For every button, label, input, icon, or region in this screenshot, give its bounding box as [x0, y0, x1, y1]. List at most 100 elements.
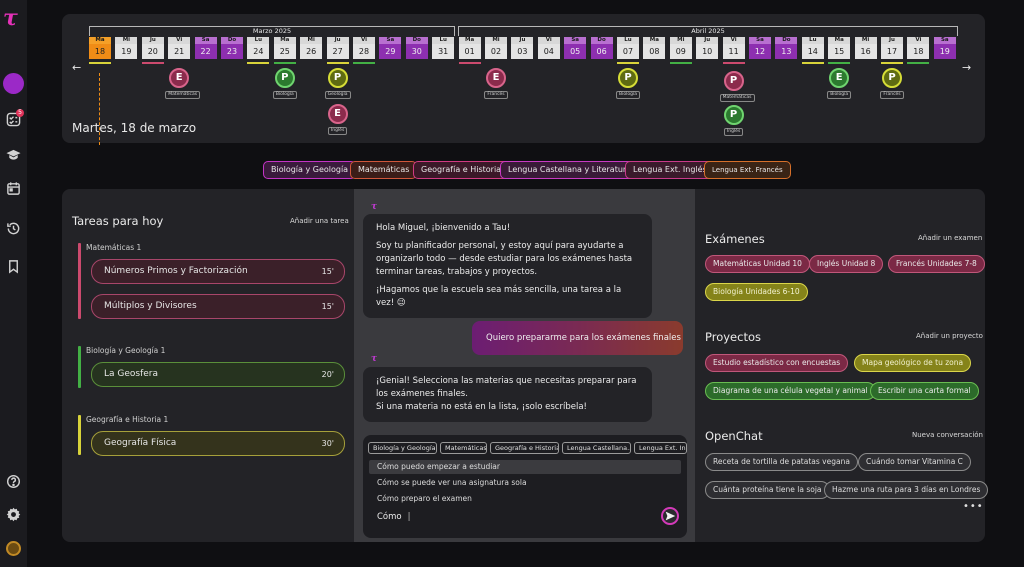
- add-exam-link[interactable]: Añadir un examen: [918, 234, 982, 242]
- user-account-avatar[interactable]: [6, 541, 21, 556]
- conversation-pill[interactable]: Cuándo tomar Vitamina C: [858, 453, 971, 471]
- bookmark-icon[interactable]: [6, 259, 21, 274]
- chat-subject-chip[interactable]: Biología y Geología: [368, 442, 437, 454]
- project-event-marker[interactable]: P Biología: [271, 68, 299, 99]
- chat-subject-chip[interactable]: Lengua Ext. Ingl...: [634, 442, 687, 454]
- project-event-marker[interactable]: P Inglés: [720, 105, 748, 136]
- exam-pill[interactable]: Inglés Unidad 8: [809, 255, 884, 273]
- conversation-pill[interactable]: Cuánta proteína tiene la soja: [705, 481, 830, 499]
- add-project-link[interactable]: Añadir un proyecto: [916, 332, 983, 340]
- calendar-day[interactable]: Ma 01: [458, 37, 481, 59]
- project-pill[interactable]: Escribir una carta formal: [870, 382, 979, 400]
- subject-chip-matematicas[interactable]: Matemáticas: [350, 161, 418, 179]
- profile-avatar[interactable]: [3, 73, 24, 94]
- calendar-day[interactable]: Mi 02: [485, 37, 507, 59]
- chat-panel: τ Hola Miguel, ¡bienvenido a Tau! Soy tu…: [354, 189, 695, 542]
- calendar-day[interactable]: Lu 24: [247, 37, 270, 59]
- project-pill[interactable]: Diagrama de una célula vegetal y animal: [705, 382, 876, 400]
- task-item[interactable]: Múltiplos y Divisores 15': [91, 294, 345, 319]
- calendar-day[interactable]: Sa 22: [194, 37, 217, 59]
- chat-subject-chip[interactable]: Geografía e Historia: [490, 442, 559, 454]
- calendar-day[interactable]: Vi 11: [722, 37, 745, 59]
- calendar-day[interactable]: Do 30: [405, 37, 428, 59]
- calendar-day[interactable]: Do 06: [590, 37, 613, 59]
- calendar-day[interactable]: Ma 25: [273, 37, 296, 59]
- calendar-icon[interactable]: [6, 181, 21, 196]
- calendar-day[interactable]: Mi 09: [669, 37, 692, 59]
- conversation-pill[interactable]: Hazme una ruta para 3 días en Londres: [824, 481, 989, 499]
- graduation-cap-icon[interactable]: [6, 147, 21, 162]
- calendar-day[interactable]: Sa 12: [749, 37, 771, 59]
- calendar-day[interactable]: Ma 15: [828, 37, 851, 59]
- project-event-marker[interactable]: P Matemáticas: [719, 71, 755, 102]
- prev-arrow-icon[interactable]: ←: [72, 61, 81, 74]
- task-item[interactable]: Números Primos y Factorización 15': [91, 259, 345, 284]
- subject-chip-ingles[interactable]: Lengua Ext. Inglés: [625, 161, 715, 179]
- subject-chip-biologia[interactable]: Biología y Geología: [263, 161, 357, 179]
- calendar-day[interactable]: Do 23: [221, 37, 243, 59]
- calendar-day[interactable]: Vi 04: [537, 37, 560, 59]
- calendar-day[interactable]: Lu 07: [617, 37, 639, 59]
- day-number: 17: [881, 44, 903, 59]
- calendar-day[interactable]: Lu 14: [801, 37, 824, 59]
- conversation-pill[interactable]: Receta de tortilla de patatas vegana: [705, 453, 858, 471]
- event-badge: P: [882, 68, 902, 88]
- help-icon[interactable]: [6, 474, 21, 489]
- calendar-day[interactable]: Do 13: [775, 37, 798, 59]
- calendar-day[interactable]: Vi 18: [907, 37, 930, 59]
- exam-event-marker[interactable]: E Francés: [482, 68, 510, 99]
- add-task-link[interactable]: Añadir una tarea: [290, 217, 349, 225]
- calendar-day[interactable]: Mi 26: [300, 37, 323, 59]
- tau-logo[interactable]: τ: [3, 6, 18, 30]
- calendar-day[interactable]: Mi 16: [854, 37, 877, 59]
- calendar-day[interactable]: Lu 31: [432, 37, 455, 59]
- task-group-title: Matemáticas 1: [86, 243, 142, 252]
- calendar-day[interactable]: Ju 17: [881, 37, 903, 59]
- chat-subject-chip[interactable]: Matemáticas: [440, 442, 487, 454]
- chat-suggestion[interactable]: Cómo preparo el examen: [369, 492, 681, 506]
- calendar-day[interactable]: Vi 21: [168, 37, 191, 59]
- day-name: Vi: [168, 37, 191, 44]
- project-event-marker[interactable]: P Francés: [878, 68, 906, 99]
- project-event-marker[interactable]: P Biología: [614, 68, 642, 99]
- calendar-day[interactable]: Ju 03: [511, 37, 534, 59]
- settings-icon[interactable]: [6, 507, 21, 522]
- task-item[interactable]: Geografía Física 30': [91, 431, 345, 456]
- project-event-marker[interactable]: P Geología: [324, 68, 352, 99]
- calendar-day[interactable]: Ju 20: [141, 37, 164, 59]
- exam-pill[interactable]: Biología Unidades 6-10: [705, 283, 808, 301]
- history-icon[interactable]: [6, 221, 21, 236]
- exam-event-marker[interactable]: E Matemáticas: [165, 68, 201, 99]
- next-arrow-icon[interactable]: →: [962, 61, 971, 74]
- chat-suggestion[interactable]: Cómo puedo empezar a estudiar: [369, 460, 681, 474]
- task-indicator-bar: [881, 62, 903, 64]
- project-pill[interactable]: Mapa geológico de tu zona: [854, 354, 972, 372]
- exam-event-marker[interactable]: E Inglés: [324, 104, 352, 135]
- task-name: Geografía Física: [104, 438, 177, 448]
- chat-suggestion[interactable]: Cómo se puede ver una asignatura sola: [369, 476, 681, 490]
- subject-chip-geografia[interactable]: Geografía e Historia: [413, 161, 510, 179]
- calendar-day[interactable]: Mi 19: [115, 37, 138, 59]
- calendar-day[interactable]: Ma 08: [643, 37, 666, 59]
- project-pill[interactable]: Estudio estadístico con encuestas: [705, 354, 849, 372]
- chat-subject-chip[interactable]: Lengua Castellana...: [562, 442, 631, 454]
- exam-event-marker[interactable]: E Biología: [825, 68, 853, 99]
- subject-chip-frances[interactable]: Lengua Ext. Francés: [704, 161, 791, 179]
- calendar-day[interactable]: Ju 10: [696, 37, 719, 59]
- new-conversation-link[interactable]: Nueva conversación: [912, 431, 983, 439]
- more-options-icon[interactable]: •••: [963, 501, 984, 512]
- task-item[interactable]: La Geosfera 20': [91, 362, 345, 387]
- calendar-day[interactable]: Ma 18: [89, 37, 111, 59]
- calendar-day[interactable]: Sa 19: [933, 37, 956, 59]
- day-number: 24: [247, 44, 270, 59]
- send-button[interactable]: [661, 507, 679, 525]
- calendar-day[interactable]: Sa 29: [379, 37, 402, 59]
- event-badge: E: [169, 68, 190, 88]
- exam-pill[interactable]: Francés Unidades 7-8: [888, 255, 985, 273]
- calendar-day[interactable]: Vi 28: [353, 37, 375, 59]
- exam-pill[interactable]: Matemáticas Unidad 10: [705, 255, 810, 273]
- calendar-day[interactable]: Sa 05: [564, 37, 587, 59]
- calendar-day[interactable]: Ju 27: [326, 37, 349, 59]
- subject-chip-lengua-castellana[interactable]: Lengua Castellana y Literatura: [500, 161, 640, 179]
- chat-input[interactable]: Cómo |: [377, 512, 411, 522]
